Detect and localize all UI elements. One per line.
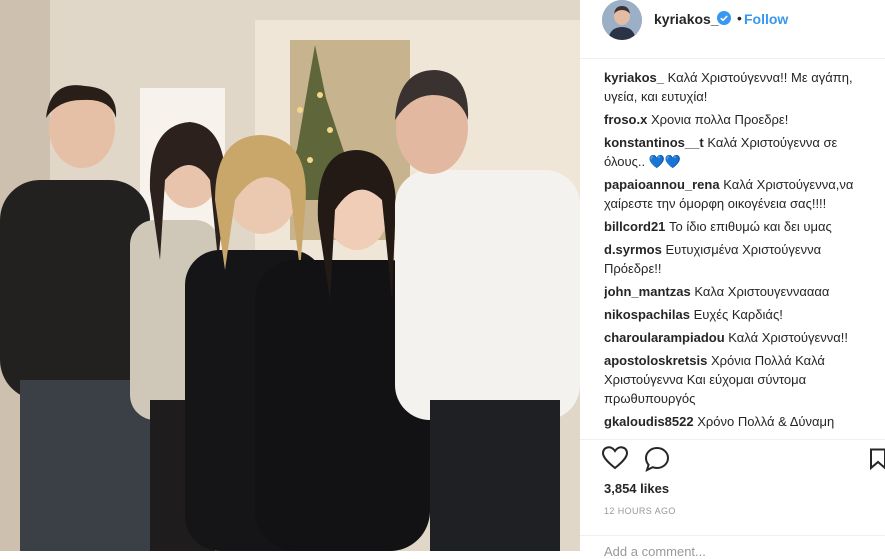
family-photo-illustration bbox=[0, 0, 580, 551]
comment-username[interactable]: konstantinos__t bbox=[604, 135, 704, 150]
likes-count[interactable]: 3,854 likes bbox=[604, 481, 669, 496]
comment-item: konstantinos__t Καλά Χριστούγεννα σε όλο… bbox=[604, 133, 876, 171]
comment-item: kyriakos_ Καλά Χριστούγεννα!! Με αγάπη, … bbox=[604, 68, 876, 106]
comment-item: charoularampiadou Καλά Χριστούγεννα!! bbox=[604, 328, 876, 347]
comment-username[interactable]: kyriakos_ bbox=[604, 70, 664, 85]
avatar-image bbox=[602, 0, 642, 40]
comment-text: Το ίδιο επιθυμώ και δει υμας bbox=[669, 219, 832, 234]
comment-text: Καλα Χριστουγενναααα bbox=[694, 284, 830, 299]
actions-divider bbox=[580, 439, 885, 440]
comment-username[interactable]: apostoloskretsis bbox=[604, 353, 707, 368]
comment-username[interactable]: charoularampiadou bbox=[604, 330, 725, 345]
follow-button[interactable]: Follow bbox=[744, 11, 788, 27]
comment-username[interactable]: d.syrmos bbox=[604, 242, 662, 257]
heart-icon[interactable] bbox=[601, 446, 629, 475]
comment-bubble-icon[interactable] bbox=[644, 446, 670, 477]
post-username[interactable]: kyriakos_ bbox=[654, 11, 719, 27]
comment-item: d.syrmos Ευτυχισμένα Χριστούγεννα Πρόεδρ… bbox=[604, 240, 876, 278]
comment-username[interactable]: papaioannou_rena bbox=[604, 177, 720, 192]
post-photo[interactable] bbox=[0, 0, 580, 551]
comment-text: Ευχές Καρδιάς! bbox=[693, 307, 783, 322]
post-header: kyriakos_ • Follow bbox=[580, 0, 885, 59]
comment-item: john_mantzas Καλα Χριστουγενναααα bbox=[604, 282, 876, 301]
bookmark-icon[interactable] bbox=[869, 448, 885, 475]
comment-text: Χρόνο Πολλά & Δύναμη bbox=[697, 414, 835, 429]
post-timestamp[interactable]: 12 HOURS AGO bbox=[604, 506, 676, 516]
comment-item: nikospachilas Ευχές Καρδιάς! bbox=[604, 305, 876, 324]
post-actions bbox=[601, 446, 885, 477]
comment-username[interactable]: john_mantzas bbox=[604, 284, 691, 299]
comment-text: Χρονια πολλα Προεδρε! bbox=[650, 112, 789, 127]
comments-list[interactable]: kyriakos_ Καλά Χριστούγεννα!! Με αγάπη, … bbox=[604, 68, 876, 436]
comment-username[interactable]: gkaloudis8522 bbox=[604, 414, 694, 429]
comment-text: Καλά Χριστούγεννα!! bbox=[728, 330, 849, 345]
comment-item: apostoloskretsis Χρόνια Πολλά Καλά Χριστ… bbox=[604, 351, 876, 408]
comment-item: gkaloudis8522 Χρόνο Πολλά & Δύναμη bbox=[604, 412, 876, 431]
separator-dot: • bbox=[737, 10, 742, 26]
post-side-panel: kyriakos_ • Follow kyriakos_ Καλά Χριστο… bbox=[580, 0, 885, 559]
comment-item: billcord21 Το ίδιο επιθυμώ και δει υμας bbox=[604, 217, 876, 236]
comment-username[interactable]: froso.x bbox=[604, 112, 647, 127]
comment-item: papaioannou_rena Καλά Χριστούγεννα,να χα… bbox=[604, 175, 876, 213]
verified-badge-icon bbox=[717, 11, 731, 25]
comment-item: froso.x Χρονια πολλα Προεδρε! bbox=[604, 110, 876, 129]
comment-username[interactable]: nikospachilas bbox=[604, 307, 690, 322]
comment-username[interactable]: billcord21 bbox=[604, 219, 665, 234]
add-comment-input[interactable]: Add a comment... bbox=[604, 544, 706, 559]
add-comment-bar[interactable]: Add a comment... bbox=[580, 535, 885, 559]
avatar[interactable] bbox=[602, 0, 642, 40]
